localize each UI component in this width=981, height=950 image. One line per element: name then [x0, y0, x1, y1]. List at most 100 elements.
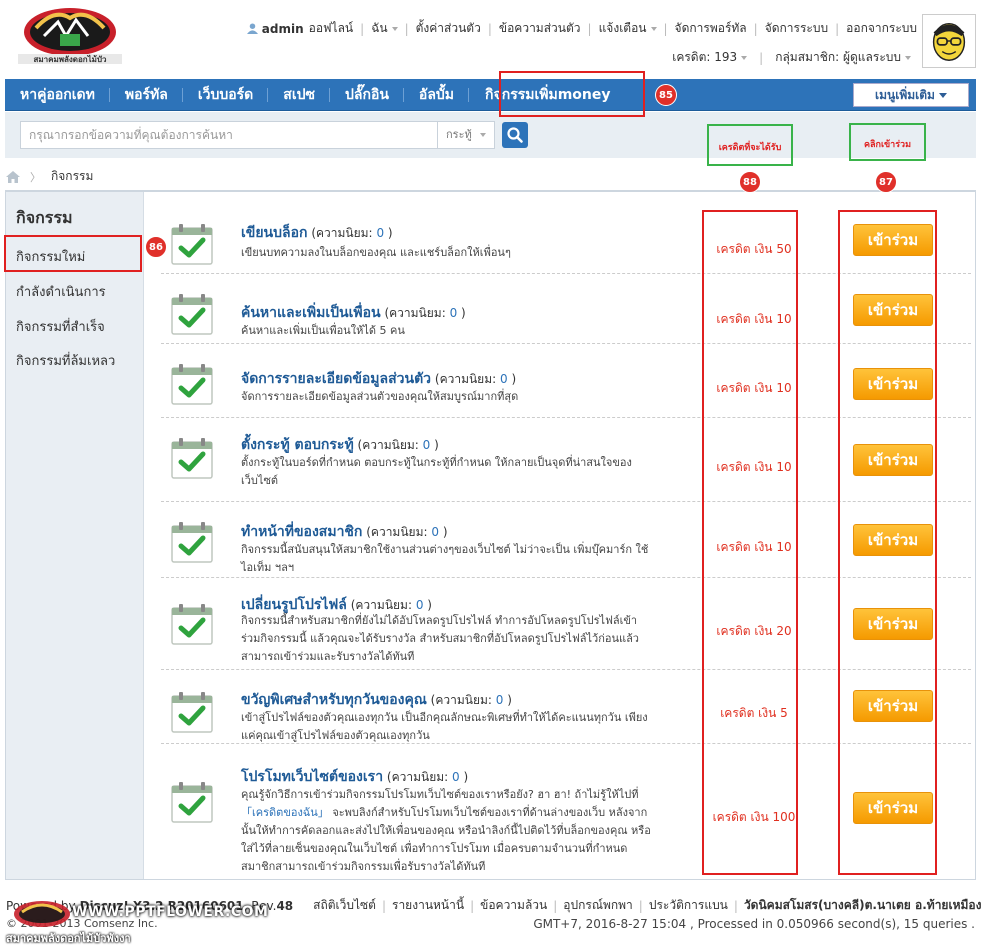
nav-space[interactable]: สเปซ: [268, 79, 330, 111]
task-popularity: (ความนิยม: 0 ): [434, 372, 517, 386]
more-menu-button[interactable]: เมนูเพิ่มเติม: [853, 83, 969, 107]
watermark-sub: สมาคมพลังดอกไม้บัวพังงา: [6, 932, 131, 945]
group-menu[interactable]: กลุ่มสมาชิก: ผู้ดูแลระบบ: [775, 48, 911, 67]
chevron-down-icon: [905, 55, 911, 60]
chevron-down-icon: [650, 26, 657, 31]
task-popularity: (ความนิยม: 0 ): [430, 693, 512, 707]
task-title: ทำหน้าที่ของสมาชิก (ความนิยม: 0 ): [241, 521, 448, 543]
task-name-link[interactable]: ทำหน้าที่ของสมาชิก: [241, 524, 362, 540]
sidebar-item-in-progress[interactable]: กำลังดำเนินการ: [16, 281, 106, 302]
footer-rev: 48: [276, 898, 294, 913]
task-description: กิจกรรมนี้สำหรับสมาชิกที่ยังไม่ได้อัปโหล…: [241, 614, 639, 663]
task-description: ตั้งกระทู้ในบอร์ดที่กำหนด ตอบกระทู้ในกระ…: [241, 456, 632, 487]
search-button[interactable]: [502, 122, 528, 148]
footer-report-link[interactable]: รายงานหน้านี้: [392, 896, 464, 915]
task-popularity: (ความนิยม: 0 ): [366, 525, 448, 539]
nav-portal[interactable]: พอร์ทัล: [110, 79, 183, 111]
task-title: ค้นหาและเพิ่มเป็นเพื่อน (ความนิยม: 0 ): [241, 302, 466, 324]
task-description: เขียนบทความลงในบล็อกของคุณ และแชร์บล็อกใ…: [241, 246, 511, 259]
task-description: เข้าสู่โปรไฟล์ของตัวคุณเองทุกวัน เป็นอีก…: [241, 711, 648, 742]
logout-link[interactable]: ออกจากระบบ: [846, 19, 917, 38]
my-credit-link[interactable]: 「เครดิตของฉัน」: [241, 806, 329, 819]
task-name-link[interactable]: เขียนบล็อก: [241, 225, 307, 241]
annotation-credit-label: เครดิตที่จะได้รับ: [718, 143, 782, 153]
search-input[interactable]: กรุณากรอกข้อความที่คุณต้องการค้นหา: [20, 121, 438, 149]
avatar[interactable]: [922, 14, 976, 68]
sidebar-item-completed[interactable]: กิจกรรมที่สำเร็จ: [16, 316, 105, 337]
footer-stats-link[interactable]: สถิติเว็บไซต์: [313, 896, 376, 915]
task-title: จัดการรายละเอียดข้อมูลส่วนตัว (ความนิยม:…: [241, 368, 516, 390]
nav-album[interactable]: อัลบั้ม: [404, 79, 470, 111]
task-name-link[interactable]: เปลี่ยนรูปโปรไฟล์: [241, 597, 347, 613]
search-bar: กรุณากรอกข้อความที่คุณต้องการค้นหา กระทู…: [5, 112, 976, 158]
annotation-box-sidebar: [4, 235, 142, 272]
annotation-badge-87: 87: [875, 171, 897, 193]
site-logo[interactable]: สมาคมพลังดอกไม้บัว: [14, 6, 126, 68]
settings-link[interactable]: ตั้งค่าส่วนตัว: [416, 19, 481, 38]
username-link[interactable]: admin: [262, 22, 304, 36]
task-popularity: (ความนิยม: 0 ): [311, 226, 393, 240]
page: สมาคมพลังดอกไม้บัว admin ออฟไลน์ | ฉัน |…: [0, 0, 981, 950]
system-admin-link[interactable]: จัดการระบบ: [765, 19, 828, 38]
task-description: จัดการรายละเอียดข้อมูลส่วนตัวของคุณให้สม…: [241, 390, 519, 403]
annotation-click-label: คลิกเข้าร่วม: [863, 140, 912, 150]
task-complete-icon: [169, 362, 215, 406]
breadcrumb-separator: 〉: [30, 170, 41, 184]
task-name-link[interactable]: ค้นหาและเพิ่มเป็นเพื่อน: [241, 305, 381, 321]
credit-menu[interactable]: เครดิต: 193: [672, 48, 748, 67]
chevron-down-icon: [479, 133, 486, 137]
chevron-down-icon: [938, 93, 947, 98]
task-complete-icon: [169, 436, 215, 480]
footer-org-name[interactable]: วัดนิคมสโมสร(บางคลี)ต.นาเตย อ.ท้ายเหมือง…: [744, 896, 981, 915]
me-menu[interactable]: ฉัน: [371, 19, 398, 38]
footer-ban-link[interactable]: ประวัติการแบน: [649, 896, 728, 915]
task-complete-icon: [169, 690, 215, 734]
nav-dating[interactable]: หาคู่ออกเดท: [5, 79, 110, 111]
task-panel: กิจกรรม กิจกรรมใหม่ กำลังดำเนินการ กิจกร…: [5, 190, 976, 880]
user-stats: เครดิต: 193 | กลุ่มสมาชิก: ผู้ดูแลระบบ: [672, 48, 911, 67]
svg-text:สมาคมพลังดอกไม้บัว: สมาคมพลังดอกไม้บัว: [33, 54, 107, 64]
task-description: ค้นหาและเพิ่มเป็นเพื่อนให้ได้ 5 คน: [241, 324, 405, 337]
task-complete-icon: [169, 780, 215, 824]
sidebar-item-failed[interactable]: กิจกรรมที่ล้มเหลว: [16, 350, 115, 371]
task-name-link[interactable]: โปรโมทเว็บไซต์ของเรา: [241, 769, 383, 785]
task-popularity: (ความนิยม: 0 ): [384, 306, 466, 320]
main-navbar: หาคู่ออกเดท พอร์ทัล เว็บบอร์ด สเปซ ปลั๊ก…: [5, 79, 976, 111]
task-sidebar: กิจกรรม กิจกรรมใหม่ กำลังดำเนินการ กิจกร…: [6, 192, 144, 879]
search-scope-select[interactable]: กระทู้: [438, 121, 495, 149]
notifications-menu[interactable]: แจ้งเตือน: [599, 19, 657, 38]
task-description: กิจกรรมนี้สนับสนุนให้สมาชิกใช้งานส่วนต่า…: [241, 543, 649, 574]
task-title: ขวัญพิเศษสำหรับทุกวันของคุณ (ความนิยม: 0…: [241, 689, 512, 711]
task-description: คุณรู้จักวิธีการเข้าร่วมกิจกรรมโปรโมทเว็…: [241, 788, 651, 873]
annotation-badge-88: 88: [739, 171, 761, 193]
task-complete-icon: [169, 292, 215, 336]
online-status: ออฟไลน์: [308, 21, 354, 35]
chevron-down-icon: [391, 26, 398, 31]
user-icon: [246, 23, 258, 34]
task-popularity: (ความนิยม: 0 ): [350, 598, 432, 612]
footer-processing-stats: GMT+7, 2016-8-27 15:04 , Processed in 0.…: [533, 917, 975, 931]
nav-forum[interactable]: เว็บบอร์ด: [183, 79, 269, 111]
home-icon[interactable]: [6, 170, 20, 183]
footer-mobile-link[interactable]: อุปกรณ์พกพา: [563, 896, 633, 915]
annotation-badge-85: 85: [655, 84, 677, 106]
messages-link[interactable]: ข้อความส่วนตัว: [499, 19, 581, 38]
footer-text-link[interactable]: ข้อความล้วน: [480, 896, 547, 915]
search-icon: [507, 127, 523, 143]
sidebar-title: กิจกรรม: [16, 208, 73, 227]
task-complete-icon: [169, 520, 215, 564]
nav-plugin[interactable]: ปลั๊กอิน: [330, 79, 404, 111]
breadcrumb-current[interactable]: กิจกรรม: [51, 167, 93, 186]
breadcrumb: 〉 กิจกรรม: [6, 167, 93, 186]
task-complete-icon: [169, 222, 215, 266]
task-name-link[interactable]: ตั้งกระทู้ ตอบกระทู้: [241, 437, 354, 453]
portal-admin-link[interactable]: จัดการพอร์ทัล: [675, 19, 747, 38]
task-popularity: (ความนิยม: 0 ): [386, 770, 469, 784]
task-popularity: (ความนิยม: 0 ): [357, 438, 439, 452]
task-complete-icon: [169, 602, 215, 646]
task-name-link[interactable]: ขวัญพิเศษสำหรับทุกวันของคุณ: [241, 692, 427, 708]
task-name-link[interactable]: จัดการรายละเอียดข้อมูลส่วนตัว: [241, 371, 431, 387]
chevron-down-icon: [741, 55, 748, 60]
annotation-box-join-column: [838, 210, 937, 875]
user-nav: admin ออฟไลน์ | ฉัน | ตั้งค่าส่วนตัว | ข…: [246, 19, 917, 38]
